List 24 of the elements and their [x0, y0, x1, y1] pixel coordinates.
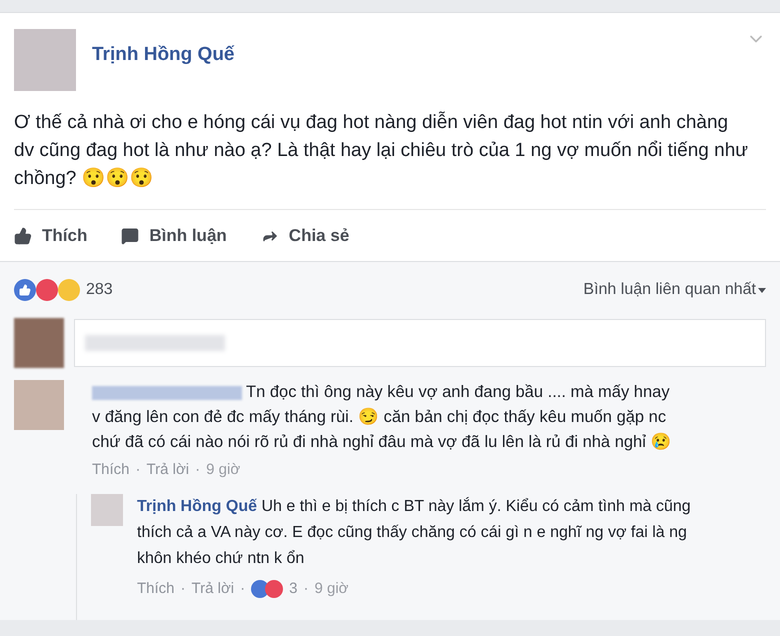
separator-dot: ·: [303, 578, 308, 598]
action-button[interactable]: Chia sẻ: [260, 222, 350, 248]
action-button[interactable]: Thích: [14, 222, 88, 248]
comment-text: Tn đọc thì ông này kêu vợ anh đang bầu .... mà mấy hnay v đăng lên con đẻ đc mấy tháng rùi. 😏 căn bản chị đọc thấy kêu muốn gặp nc chứ đã có cái nào nói rõ rủ đi nhà nghỉ đâu mà vợ đã lu lên là rủ đi nhà nghỉ 😢: [92, 382, 672, 453]
speech-bubble-icon: [121, 226, 140, 244]
reply-avatar-placeholder: [91, 494, 123, 526]
comment-time: 9 giờ: [314, 578, 349, 598]
reaction-count[interactable]: 283: [86, 278, 113, 302]
author-name[interactable]: Trịnh Hồng Quế: [92, 41, 234, 70]
commenter-photo-placeholder: [14, 380, 64, 430]
blurred-avatar: [14, 318, 64, 368]
separator-dot: ·: [195, 460, 200, 480]
comment-time: 9 giờ: [206, 460, 240, 480]
caret-icon: [758, 288, 766, 292]
separator-dot: ·: [136, 460, 141, 480]
thumbs-up-icon: [14, 226, 32, 244]
action-button[interactable]: Bình luận: [121, 222, 227, 248]
comment-input-field[interactable]: [74, 319, 766, 367]
reply-text: Trịnh Hồng Quế Uh e thì e bị thích c BT này lắm ý. Kiểu có cảm tình mà cũng thích cả a VA này cơ. E đọc cũng thấy chăng có cái gì n e nghĩ ng vợ fai là ng khôn khéo chứ ntn k ổn: [137, 496, 692, 568]
separator-dot: ·: [180, 578, 186, 598]
sort-dropdown[interactable]: Bình luận liên quan nhất: [583, 278, 766, 302]
post-text: Ơ thế cả nhà ơi cho e hóng cái vụ đag hot nàng diễn viên đag hot ntin với anh chàng dv cũng đag hot là như nào ạ? Là thật hay lại chiêu trò của 1 ng vợ muốn nổi tiếng như chồng? 😯😯😯: [14, 110, 749, 191]
separator-dot: ·: [240, 578, 246, 598]
avatar-photo-placeholder: [14, 29, 76, 91]
